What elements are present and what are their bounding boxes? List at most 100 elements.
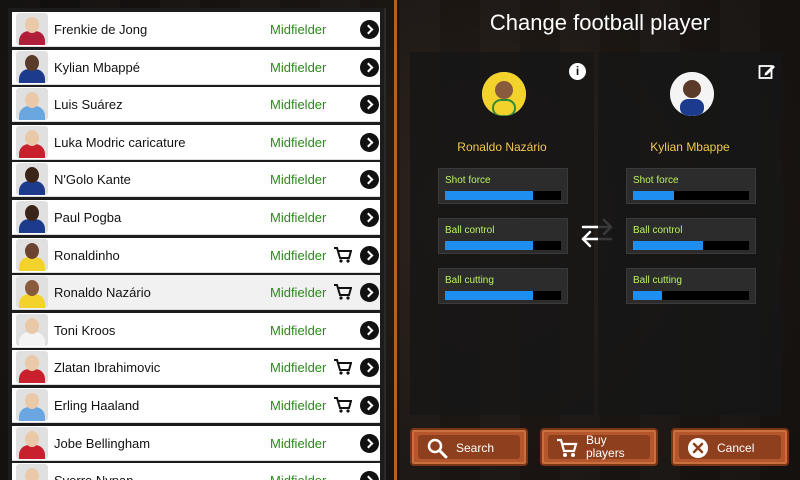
player-name: Erling Haaland — [54, 398, 140, 413]
chevron-right-icon[interactable] — [360, 245, 379, 265]
chevron-right-icon[interactable] — [360, 471, 379, 480]
search-icon — [427, 438, 448, 459]
player-row[interactable]: N'Golo Kante Midfielder — [12, 162, 380, 198]
stat-fill — [445, 291, 534, 300]
player-avatar — [16, 389, 48, 421]
stat-track — [633, 191, 749, 200]
stat-fill — [633, 291, 662, 300]
stat-ball-cutting: Ball cutting — [438, 268, 568, 304]
chevron-right-icon[interactable] — [360, 433, 379, 453]
chevron-right-icon[interactable] — [360, 132, 379, 152]
cancel-button-label: Cancel — [717, 441, 755, 455]
player-row[interactable]: Jobe Bellingham Midfielder — [12, 425, 380, 461]
player-name: Paul Pogba — [54, 210, 122, 225]
player-position: Midfielder — [270, 97, 327, 113]
stat-label: Ball control — [445, 225, 495, 236]
stat-shot-force: Shot force — [626, 168, 756, 204]
player-name: Zlatan Ibrahimovic — [54, 360, 161, 376]
chevron-right-icon[interactable] — [360, 358, 379, 378]
page-title: Change football player — [489, 10, 711, 35]
stat-label: Ball control — [633, 225, 683, 236]
player-avatar — [16, 313, 48, 346]
search-button[interactable]: Search — [410, 428, 528, 466]
player-row[interactable]: Frenkie de Jong Midfielder — [12, 12, 380, 47]
stat-track — [633, 241, 749, 250]
player-avatar — [16, 426, 48, 459]
player-list[interactable]: Frenkie de Jong Midfielder Kylian Mbappé Mi… — [8, 8, 386, 480]
buy-players-button[interactable]: Buy players — [540, 428, 658, 466]
current-player-name: Ronaldo Nazário — [457, 140, 547, 154]
search-button-label: Search — [456, 441, 495, 455]
player-avatar — [16, 125, 48, 158]
player-position: Midfielder — [270, 59, 327, 75]
cart-icon[interactable] — [334, 284, 352, 300]
new-player-card: Kylian Mbappe Shot force Ball control Ba… — [598, 52, 782, 415]
stat-shot-force: Shot force — [438, 168, 568, 204]
stat-label: Shot force — [445, 175, 491, 186]
player-avatar — [16, 13, 48, 45]
player-name: Toni Kroos — [54, 322, 116, 338]
player-row[interactable]: Erling Haaland Midfielder — [12, 388, 380, 423]
stat-fill — [445, 191, 534, 200]
new-player-avatar — [670, 72, 714, 116]
player-name: Luka Modric caricature — [54, 134, 186, 150]
player-position: Midfielder — [270, 322, 327, 338]
player-row[interactable]: Sverre Nypan Midfielder — [12, 463, 380, 480]
player-position: Midfielder — [270, 398, 327, 413]
stat-label: Ball cutting — [445, 275, 494, 286]
chevron-right-icon[interactable] — [360, 283, 379, 303]
player-avatar — [16, 50, 48, 83]
player-row[interactable]: Ronaldo Nazário Midfielder — [12, 275, 380, 311]
current-player-avatar — [482, 72, 526, 116]
player-name: Ronaldo Nazário — [54, 285, 151, 301]
player-name: Sverre Nypan — [54, 473, 133, 480]
chevron-right-icon[interactable] — [360, 208, 379, 227]
new-player-name: Kylian Mbappe — [650, 140, 730, 154]
player-position: Midfielder — [270, 435, 327, 451]
cart-icon[interactable] — [334, 359, 352, 375]
stat-label: Ball cutting — [633, 275, 682, 286]
player-avatar — [16, 464, 48, 480]
player-name: Kylian Mbappé — [54, 59, 140, 75]
player-avatar — [16, 238, 48, 271]
player-name: Ronaldinho — [54, 247, 120, 263]
stat-ball-control: Ball control — [626, 218, 756, 254]
stat-ball-control: Ball control — [438, 218, 568, 254]
cancel-button[interactable]: Cancel — [671, 428, 789, 466]
buy-players-label-line2: players — [586, 446, 625, 460]
player-row[interactable]: Kylian Mbappé Midfielder — [12, 49, 380, 85]
chevron-right-icon[interactable] — [360, 20, 379, 39]
chevron-right-icon[interactable] — [360, 320, 379, 340]
stat-fill — [633, 241, 703, 250]
stat-label: Shot force — [633, 175, 679, 186]
player-name: N'Golo Kante — [54, 172, 131, 188]
stat-track — [633, 291, 749, 300]
player-position: Midfielder — [270, 285, 327, 301]
chevron-right-icon[interactable] — [360, 396, 379, 415]
stat-track — [445, 191, 561, 200]
player-row[interactable]: Luka Modric caricature Midfielder — [12, 124, 380, 160]
stat-track — [445, 241, 561, 250]
player-row[interactable]: Ronaldinho Midfielder — [12, 237, 380, 273]
current-player-card: i Ronaldo Nazário Shot force Ball contro… — [410, 52, 594, 415]
cart-icon[interactable] — [334, 397, 352, 413]
player-row[interactable]: Luis Suárez Midfielder — [12, 87, 380, 123]
chevron-right-icon[interactable] — [360, 95, 379, 115]
player-position: Midfielder — [270, 210, 327, 225]
chevron-right-icon[interactable] — [360, 170, 379, 190]
player-row[interactable]: Zlatan Ibrahimovic Midfielder — [12, 350, 380, 386]
buy-players-label-line1: Buy — [586, 433, 607, 447]
player-position: Midfielder — [270, 22, 327, 37]
player-position: Midfielder — [270, 172, 327, 188]
player-avatar — [16, 201, 48, 233]
player-row[interactable]: Toni Kroos Midfielder — [12, 312, 380, 348]
player-name: Frenkie de Jong — [54, 22, 148, 37]
edit-icon[interactable] — [758, 62, 776, 80]
cart-icon — [557, 438, 578, 457]
player-row[interactable]: Paul Pogba Midfielder — [12, 200, 380, 235]
player-position: Midfielder — [270, 360, 327, 376]
cart-icon[interactable] — [334, 246, 352, 263]
info-icon[interactable]: i — [569, 63, 586, 80]
chevron-right-icon[interactable] — [360, 57, 379, 77]
player-position: Midfielder — [270, 473, 326, 480]
